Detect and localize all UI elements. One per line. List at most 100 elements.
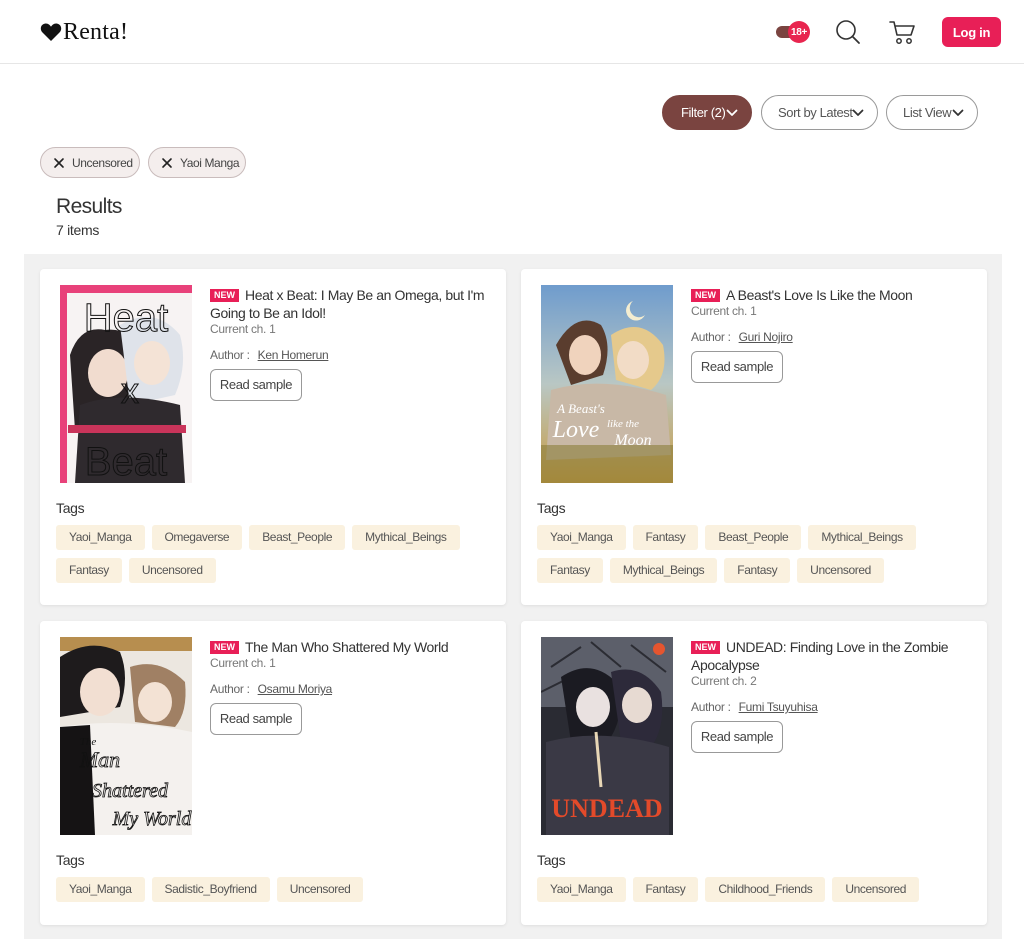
tags-label: Tags [537,852,566,868]
author-link[interactable]: Fumi Tsuyuhisa [739,700,818,714]
cover-art-beasts-love: A Beast's Love like the Moon [541,285,673,483]
results-count: 7 items [56,222,100,238]
cover-image[interactable]: A Beast's Love like the Moon [541,285,673,483]
artwork-title-line: x [121,370,139,411]
author-row: Author : Fumi Tsuyuhisa [691,700,971,714]
tag[interactable]: Fantasy [724,558,791,583]
author-row: Author : Guri Nojiro [691,330,971,344]
search-button[interactable] [834,18,862,46]
card-info: NEW UNDEAD: Finding Love in the Zombie Ap… [691,638,971,753]
artwork-title-line: Man [79,747,120,772]
filter-button[interactable]: Filter (2) [662,95,752,130]
cart-button[interactable] [889,18,917,46]
author-label: Author : [210,682,250,696]
tag[interactable]: Beast_People [249,525,346,550]
view-label: List View [903,105,952,120]
cover-image[interactable]: The Man Shattered My World [60,637,192,835]
tag[interactable]: Omegaverse [151,525,243,550]
manga-title[interactable]: NEW Heat x Beat: I May Be an Omega, but I… [210,286,490,322]
adult-content-toggle[interactable]: 18+ [776,20,810,44]
tags-label: Tags [56,852,85,868]
sort-button[interactable]: Sort by Latest [761,95,878,130]
author-label: Author : [691,700,731,714]
card-info: NEW Heat x Beat: I May Be an Omega, but I… [210,286,490,401]
renta-logo[interactable]: Renta! [40,18,128,46]
tag-list: Yaoi_Manga Fantasy Childhood_Friends Unc… [537,877,977,902]
tag-list: Yaoi_Manga Omegaverse Beast_People Mythi… [56,525,496,583]
cover-art-heat-x-beat: Heat x Beat [60,285,192,483]
site-header: Renta! 18+ Log in [0,0,1024,64]
chip-label: Yaoi Manga [180,155,240,170]
tag[interactable]: Yaoi_Manga [56,877,145,902]
card-info: NEW A Beast's Love Is Like the Moon Curre… [691,286,971,383]
chevron-down-icon [726,109,738,116]
author-label: Author : [210,348,250,362]
tag[interactable]: Uncensored [276,877,364,902]
artwork-title-line: Beat [85,440,167,483]
read-sample-button[interactable]: Read sample [691,721,783,753]
chip-label: Uncensored [72,155,133,170]
tag[interactable]: Uncensored [128,558,216,583]
tags-label: Tags [56,500,85,516]
manga-card: The Man Shattered My World NEW The Man Wh… [40,621,506,925]
new-badge: NEW [691,289,720,302]
tag[interactable]: Childhood_Friends [705,877,826,902]
chevron-down-icon [952,109,964,116]
tag[interactable]: Fantasy [632,877,699,902]
tag[interactable]: Fantasy [537,558,603,583]
author-link[interactable]: Ken Homerun [258,348,329,362]
read-sample-button[interactable]: Read sample [210,369,302,401]
tag[interactable]: Yaoi_Manga [56,525,145,550]
author-row: Author : Osamu Moriya [210,682,490,696]
adult-badge: 18+ [788,21,810,43]
view-mode-button[interactable]: List View [886,95,978,130]
read-sample-button[interactable]: Read sample [691,351,783,383]
tag-list: Yaoi_Manga Sadistic_Boyfriend Uncensored [56,877,496,902]
current-chapter: Current ch. 2 [691,674,757,688]
artwork-title-line: Shattered [92,780,169,802]
tag[interactable]: Fantasy [56,558,122,583]
tag[interactable]: Yaoi_Manga [537,877,626,902]
login-button[interactable]: Log in [942,17,1001,47]
artwork-title-line: like the [607,418,639,430]
tag[interactable]: Uncensored [797,558,884,583]
manga-title-text: A Beast's Love Is Like the Moon [726,287,913,303]
manga-title[interactable]: NEW A Beast's Love Is Like the Moon [691,286,971,304]
tag[interactable]: Mythical_Beings [352,525,460,550]
manga-title[interactable]: NEW The Man Who Shattered My World [210,638,490,656]
current-chapter: Current ch. 1 [210,322,276,336]
cover-image[interactable]: UNDEAD [541,637,673,835]
artwork-title-line: Moon [613,432,651,449]
tag[interactable]: Uncensored [832,877,920,902]
artwork-title-line: My World [112,808,192,830]
tag[interactable]: Yaoi_Manga [537,525,626,550]
tags-label: Tags [537,500,566,516]
manga-card: Heat x Beat NEW Heat x Beat: I May Be an … [40,269,506,605]
tag[interactable]: Mythical_Beings [609,558,718,583]
cover-art-undead: UNDEAD [541,637,673,835]
tag[interactable]: Fantasy [632,525,699,550]
tag[interactable]: Sadistic_Boyfriend [151,877,270,902]
new-badge: NEW [210,641,239,654]
artwork-title-line: Heat [84,296,169,340]
card-info: NEW The Man Who Shattered My World Curren… [210,638,490,735]
results-title: Results [56,195,122,218]
author-link[interactable]: Guri Nojiro [739,330,793,344]
filter-label: Filter (2) [681,105,726,120]
manga-title[interactable]: NEW UNDEAD: Finding Love in the Zombie Ap… [691,638,971,674]
close-icon[interactable] [53,157,65,169]
tag[interactable]: Beast_People [705,525,802,550]
active-filter-chip[interactable]: Uncensored [40,147,140,178]
new-badge: NEW [210,289,239,302]
artwork-title-line: UNDEAD [551,794,662,823]
cart-icon [889,21,915,44]
close-icon[interactable] [161,157,173,169]
author-link[interactable]: Osamu Moriya [258,682,333,696]
tag[interactable]: Mythical_Beings [808,525,916,550]
read-sample-button[interactable]: Read sample [210,703,302,735]
artwork-title-line: A Beast's [556,401,605,416]
cover-image[interactable]: Heat x Beat [60,285,192,483]
manga-title-text: Heat x Beat: I May Be an Omega, but I'm … [210,287,485,321]
chevron-down-icon [852,109,864,116]
active-filter-chip[interactable]: Yaoi Manga [148,147,246,178]
